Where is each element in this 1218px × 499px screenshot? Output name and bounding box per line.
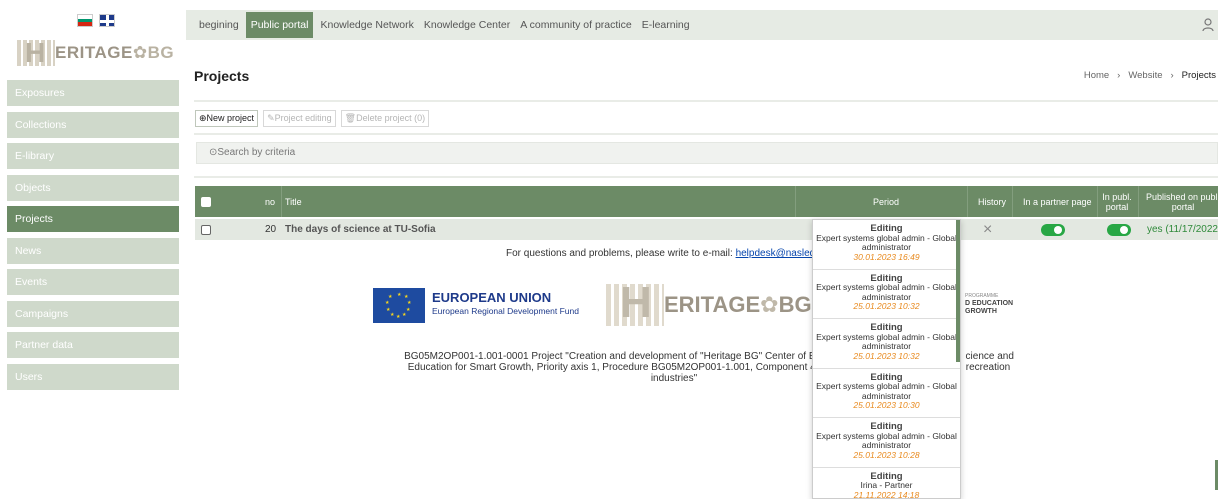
tab-knowledge-center[interactable]: Knowledge Center (419, 10, 515, 40)
heritage-logo[interactable]: ERITAGE✿BG (17, 37, 175, 69)
breadcrumb: Home › Website › Projects (1084, 70, 1216, 81)
tab-begining[interactable]: begining (194, 10, 244, 40)
history-entry: Editing Expert systems global admin - Gl… (813, 369, 960, 418)
table-header: no Title Period History In a partner pag… (195, 186, 1218, 217)
history-entry: Editing Irina - Partner 21.11.2022 14:18 (813, 468, 960, 499)
sidebar-item-collections[interactable]: Collections (7, 111, 179, 138)
breadcrumb-home[interactable]: Home (1084, 70, 1109, 81)
breadcrumb-website[interactable]: Website (1128, 70, 1162, 81)
column-no[interactable]: no (265, 186, 275, 217)
desc-line2b: recreation (965, 362, 1011, 373)
programme-small: PROGRAMME (965, 293, 999, 299)
cell-no: 20 (265, 224, 277, 235)
heritage-logo-footer: ERITAGE✿BG (606, 278, 812, 328)
chevron-right-icon: › (1170, 70, 1174, 81)
uk-flag-icon[interactable] (99, 14, 115, 27)
eu-flag-icon: ★ ★ ★ ★ ★ ★ ★ ★ ★ ★ (373, 288, 425, 323)
toolbar: ⊕New project ✎Project editing 🗑Delete pr… (195, 110, 430, 127)
column-title[interactable]: Title (285, 186, 302, 217)
sidebar-item-news[interactable]: News (7, 237, 179, 264)
history-time: 25.01.2023 10:32 (853, 301, 920, 311)
history-time: 25.01.2023 10:30 (853, 400, 920, 410)
history-user: Expert systems global admin - Global adm… (816, 430, 957, 450)
sidebar-item-users[interactable]: Users (7, 363, 179, 390)
history-dropdown[interactable]: Editing Expert systems global admin - Gl… (812, 219, 961, 499)
column-in-publ-portal[interactable]: In publ. portal (1102, 186, 1132, 217)
user-icon[interactable] (1202, 18, 1214, 35)
column-history[interactable]: History (978, 186, 1006, 217)
sidebar: ERITAGE✿BG Exposures Collections E-libra… (0, 0, 186, 499)
row-checkbox[interactable] (201, 224, 211, 235)
tab-public-portal[interactable]: Public portal (245, 12, 314, 38)
tab-knowledge-network[interactable]: Knowledge Network (315, 10, 418, 40)
history-user: Expert systems global admin - Global adm… (816, 282, 957, 302)
helpdesk-email-link[interactable]: helpdesk@nasledst (736, 248, 823, 259)
history-user: Expert systems global admin - Global adm… (816, 232, 957, 252)
cell-published: yes (11/17/2022 (1147, 224, 1218, 235)
history-entry: Editing Expert systems global admin - Gl… (813, 319, 960, 369)
sidebar-item-partner-data[interactable]: Partner data (7, 332, 179, 358)
sidebar-item-objects[interactable]: Objects (7, 174, 179, 201)
breadcrumb-current: Projects (1181, 70, 1216, 81)
language-switcher (77, 14, 115, 27)
history-entry: Editing Expert systems global admin - Gl… (813, 418, 960, 468)
divider (194, 133, 1218, 135)
desc-line1b: cience and (965, 351, 1014, 362)
logo2-suffix: BG (778, 292, 812, 317)
table-row[interactable]: 20 The days of science at TU-Sofia × yes… (195, 219, 1218, 240)
programme-line1: D EDUCATION (965, 300, 1014, 307)
sidebar-item-events[interactable]: Events (7, 269, 179, 295)
sidebar-menu: Exposures Collections E-library Objects … (7, 80, 179, 395)
publ-portal-toggle[interactable] (1107, 223, 1131, 236)
logo-suffix: BG (147, 43, 175, 62)
sidebar-item-campaigns[interactable]: Campaigns (7, 300, 179, 327)
eu-title: EUROPEAN UNION (432, 290, 552, 305)
logo-text: ERITAGE (55, 43, 133, 62)
cell-title[interactable]: The days of science at TU-Sofia (285, 219, 436, 240)
eu-logo-text: EUROPEAN UNION European Regional Develop… (432, 290, 579, 316)
sidebar-item-e-library[interactable]: E-library (7, 143, 179, 169)
select-all-checkbox[interactable] (201, 196, 211, 207)
column-period[interactable]: Period (873, 186, 899, 217)
history-time: 30.01.2023 16:49 (853, 251, 920, 262)
contact-note-text: For questions and problems, please write… (506, 248, 736, 259)
history-close-icon[interactable]: × (983, 219, 992, 240)
logo-mark (17, 37, 55, 69)
logo-mark (606, 278, 664, 328)
tab-e-learning[interactable]: E-learning (637, 10, 695, 40)
delete-project-button[interactable]: 🗑Delete project (0) (340, 110, 430, 127)
divider (194, 100, 1218, 102)
partner-page-toggle[interactable] (1041, 223, 1065, 236)
history-scrollbar[interactable] (956, 220, 960, 362)
history-time: 25.01.2023 10:32 (853, 350, 920, 361)
history-entry: Editing Expert systems global admin - Gl… (813, 220, 960, 270)
history-user: Expert systems global admin - Global adm… (816, 381, 957, 401)
eu-subtitle: European Regional Development Fund (432, 306, 579, 316)
programme-line2: GROWTH (965, 308, 997, 315)
edit-project-button[interactable]: ✎Project editing (263, 110, 336, 127)
new-project-button[interactable]: ⊕New project (195, 110, 259, 127)
programme-logo: PROGRAMME D EDUCATION GROWTH (965, 292, 1013, 316)
bulgarian-flag-icon[interactable] (77, 14, 93, 27)
history-user: Expert systems global admin - Global adm… (816, 331, 957, 351)
desc-line2: Education for Smart Growth, Priority axi… (407, 362, 816, 373)
history-time: 25.01.2023 10:28 (853, 449, 920, 460)
top-navigation: begining Public portal Knowledge Network… (186, 10, 1218, 40)
contact-note: For questions and problems, please write… (506, 248, 823, 259)
history-time: 21.11.2022 14:18 (853, 489, 920, 499)
chevron-right-icon: › (1117, 70, 1121, 81)
sidebar-item-projects[interactable]: Projects (7, 206, 179, 232)
tab-community-of-practice[interactable]: A community of practice (515, 10, 636, 40)
page-title: Projects (194, 68, 250, 84)
divider (194, 176, 1218, 178)
desc-line1: BG05M2OP001-1.001-0001 Project "Creation… (404, 351, 816, 362)
column-partner-page[interactable]: In a partner page (1023, 186, 1092, 217)
history-entry: Editing Expert systems global admin - Gl… (813, 270, 960, 319)
search-by-criteria-toggle[interactable]: ⊙Search by criteria (196, 142, 1218, 164)
column-published-on-portal[interactable]: Published on publ. portal (1145, 186, 1218, 217)
logo2-text: ERITAGE (664, 292, 761, 317)
sidebar-item-exposures[interactable]: Exposures (7, 80, 179, 106)
